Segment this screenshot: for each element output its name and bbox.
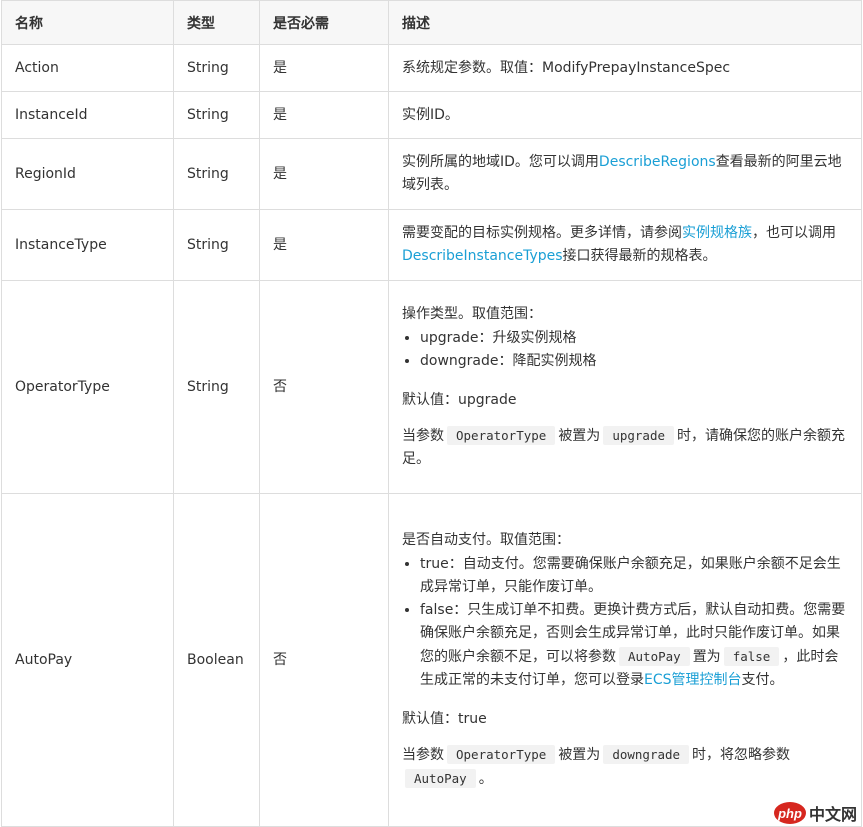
desc-intro: 操作类型。取值范围： xyxy=(402,306,542,322)
param-name: Action xyxy=(1,44,174,92)
note-segment: 。 xyxy=(478,771,493,787)
param-name: InstanceType xyxy=(1,209,174,281)
param-description: 实例所属的地域ID。您可以调用DescribeRegions查看最新的阿里云地域… xyxy=(388,138,862,210)
default-value: 默认值：true xyxy=(402,711,487,727)
desc-text: 实例所属的地域ID。您可以调用 xyxy=(402,154,599,170)
note-segment: 被置为 xyxy=(558,747,601,763)
param-type: Boolean xyxy=(173,493,260,827)
watermark-text: 中文网 xyxy=(808,807,857,824)
item-segment: 支付。 xyxy=(741,672,784,688)
param-name: OperatorType xyxy=(1,280,174,494)
list-item: false：只生成订单不扣费。更换计费方式后，默认自动扣费。您需要确保账户余额充… xyxy=(420,599,848,692)
ecs-console-link[interactable]: ECS管理控制台 xyxy=(644,672,742,688)
param-description: 实例ID。 xyxy=(388,91,862,139)
param-type: String xyxy=(173,138,260,210)
param-required: 是 xyxy=(259,91,389,139)
param-type: String xyxy=(173,91,260,139)
code-upgrade: upgrade xyxy=(603,426,674,445)
instance-type-family-link[interactable]: 实例规格族 xyxy=(682,225,752,241)
param-name: RegionId xyxy=(1,138,174,210)
desc-text: 接口获得最新的规格表。 xyxy=(562,248,717,264)
note-text: 当参数 OperatorType 被置为 upgrade 时，请确保您的账户余额充足。 xyxy=(402,424,848,471)
param-required: 是 xyxy=(259,138,389,210)
table-row: OperatorType String 否 操作类型。取值范围： upgrade… xyxy=(1,280,862,494)
note-text: 当参数 OperatorType 被置为 downgrade 时，将忽略参数 AutoPa… xyxy=(402,743,848,791)
default-value: 默认值：upgrade xyxy=(402,392,517,408)
list-item: downgrade：降配实例规格 xyxy=(420,350,848,373)
code-false: false xyxy=(723,647,780,666)
desc-text: ，也可以调用 xyxy=(752,225,836,241)
header-name: 名称 xyxy=(1,0,174,45)
list-item: true：自动支付。您需要确保账户余额充足，如果账户余额不足会生成异常订单，只能… xyxy=(420,553,848,599)
php-logo-icon: php xyxy=(773,802,806,824)
param-name: InstanceId xyxy=(1,91,174,139)
table-row: AutoPay Boolean 否 是否自动支付。取值范围： true：自动支付… xyxy=(1,493,862,827)
param-type: String xyxy=(173,44,260,92)
describe-instance-types-link[interactable]: DescribeInstanceTypes xyxy=(402,248,563,264)
table-row: RegionId String 是 实例所属的地域ID。您可以调用Describ… xyxy=(1,138,862,210)
code-operatortype: OperatorType xyxy=(447,745,556,764)
param-required: 否 xyxy=(259,280,389,494)
describe-regions-link[interactable]: DescribeRegions xyxy=(599,154,716,170)
code-autopay: AutoPay xyxy=(619,647,690,666)
code-operatortype: OperatorType xyxy=(447,426,556,445)
table-row: InstanceType String 是 需要变配的目标实例规格。更多详情，请… xyxy=(1,209,862,281)
value-list: true：自动支付。您需要确保账户余额充足，如果账户余额不足会生成异常订单，只能… xyxy=(402,553,848,692)
header-type: 类型 xyxy=(173,0,260,45)
param-description: 操作类型。取值范围： upgrade：升级实例规格 downgrade：降配实例… xyxy=(388,280,862,494)
param-type: String xyxy=(173,209,260,281)
param-required: 否 xyxy=(259,493,389,827)
param-description: 是否自动支付。取值范围： true：自动支付。您需要确保账户余额充足，如果账户余… xyxy=(388,493,862,827)
value-list: upgrade：升级实例规格 downgrade：降配实例规格 xyxy=(402,327,848,373)
header-description: 描述 xyxy=(388,0,862,45)
code-autopay: AutoPay xyxy=(405,769,476,788)
param-type: String xyxy=(173,280,260,494)
php-cn-watermark: php 中文网 xyxy=(773,801,857,825)
param-name: AutoPay xyxy=(1,493,174,827)
note-segment: 时，将忽略参数 xyxy=(692,747,791,763)
desc-text: 需要变配的目标实例规格。更多详情，请参阅 xyxy=(402,225,682,241)
header-required: 是否必需 xyxy=(259,0,389,45)
table-row: InstanceId String 是 实例ID。 xyxy=(1,91,862,139)
table-row: Action String 是 系统规定参数。取值：ModifyPrepayIn… xyxy=(1,44,862,92)
item-segment: 置为 xyxy=(692,649,721,665)
note-segment: 被置为 xyxy=(558,428,601,444)
desc-intro: 是否自动支付。取值范围： xyxy=(402,532,570,548)
param-description: 系统规定参数。取值：ModifyPrepayInstanceSpec xyxy=(388,44,862,92)
param-description: 需要变配的目标实例规格。更多详情，请参阅实例规格族，也可以调用 DescribeI… xyxy=(388,209,862,281)
param-required: 是 xyxy=(259,209,389,281)
code-downgrade: downgrade xyxy=(603,745,690,764)
list-item: upgrade：升级实例规格 xyxy=(420,327,848,350)
note-segment: 当参数 xyxy=(402,428,444,444)
param-required: 是 xyxy=(259,44,389,92)
note-segment: 当参数 xyxy=(402,747,444,763)
table-header-row: 名称 类型 是否必需 描述 xyxy=(1,0,862,45)
parameter-table: 名称 类型 是否必需 描述 Action String 是 系统规定参数。取值：… xyxy=(1,0,862,827)
